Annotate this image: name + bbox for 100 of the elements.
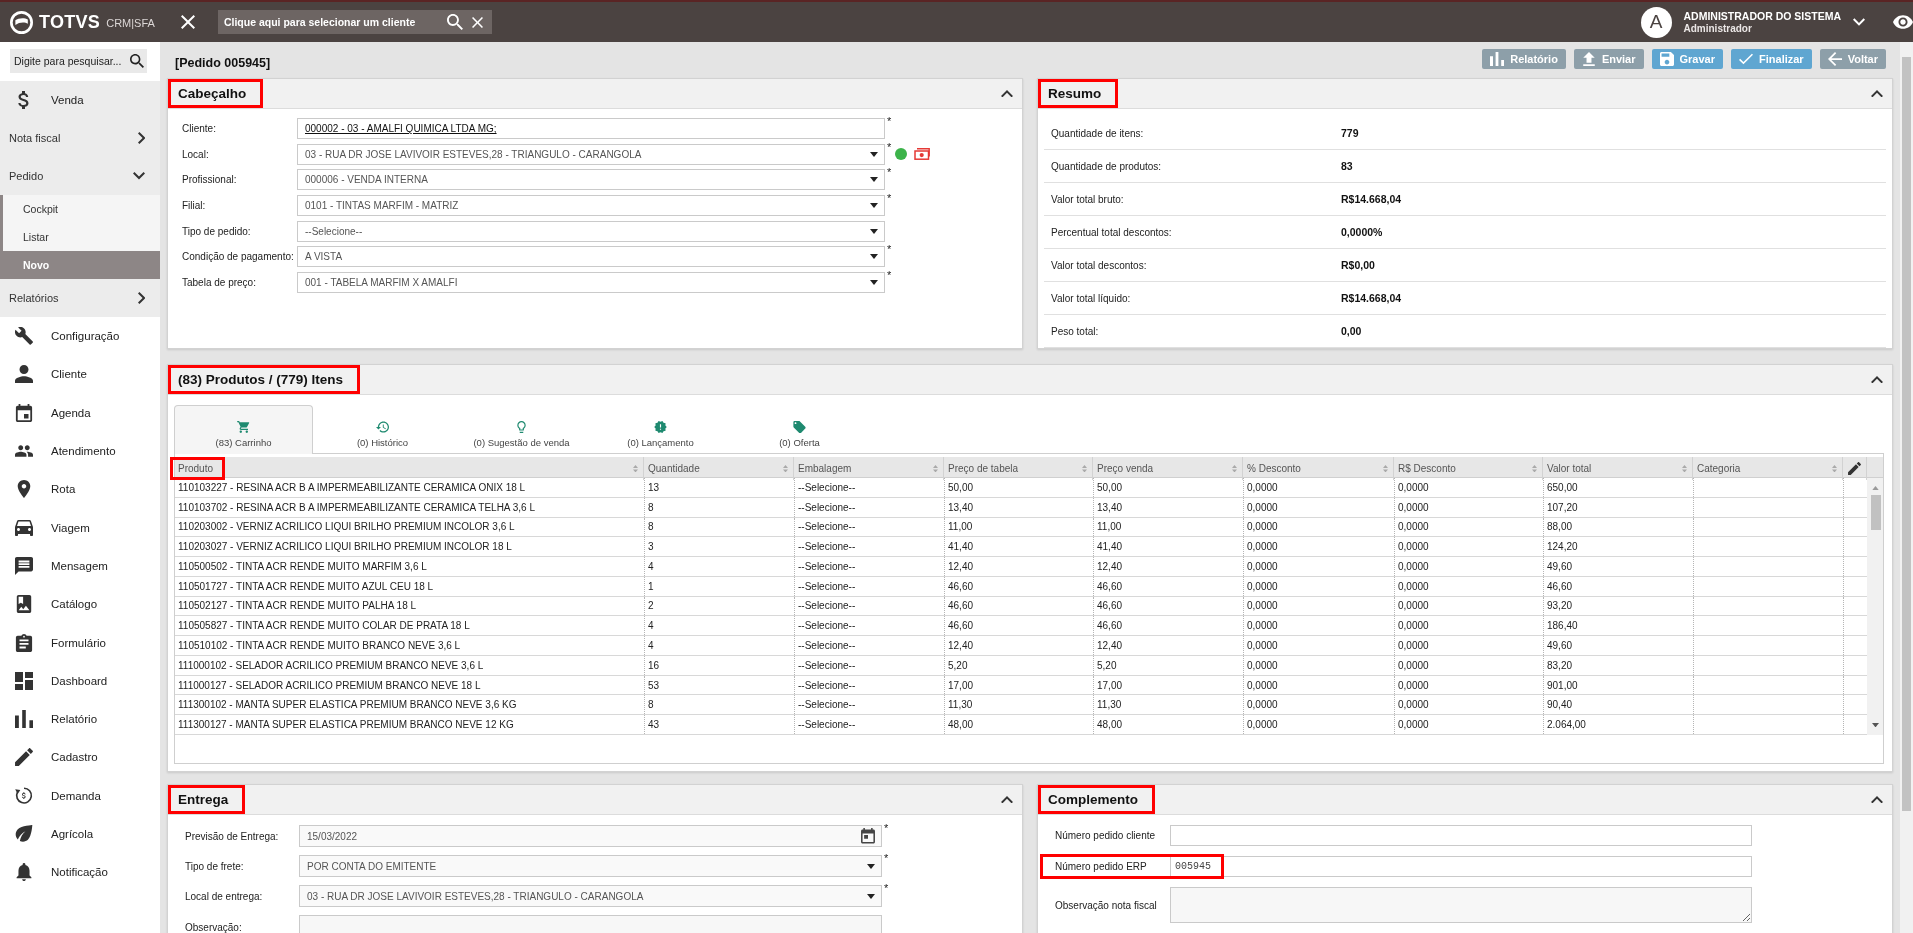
select-field[interactable]: 03 - RUA DR JOSE LAVIVOIR ESTEVES,28 - TRIANGULO - CARANGOLA (297, 143, 885, 165)
panel-title: Resumo (1038, 79, 1119, 108)
sidebar-search-field[interactable]: Digite para pesquisar... (10, 49, 147, 73)
close-icon[interactable] (180, 15, 195, 29)
select-field[interactable]: 000006 - VENDA INTERNA (297, 169, 885, 191)
input-field[interactable] (1170, 825, 1752, 846)
banknote-icon[interactable] (914, 148, 931, 161)
column-header[interactable]: Preço de tabela (944, 457, 1026, 480)
table-cell: --Selecione-- (794, 675, 944, 695)
scroll-up-icon[interactable] (1871, 486, 1879, 491)
search-icon[interactable] (130, 54, 144, 68)
column-header[interactable]: Preço venda (1093, 457, 1161, 480)
date-field[interactable]: 15/03/2022 (299, 825, 882, 847)
user-avatar[interactable]: A (1640, 6, 1672, 38)
caret-down-icon (870, 280, 878, 286)
search-icon[interactable] (446, 14, 463, 30)
clear-icon[interactable] (471, 16, 483, 28)
table-cell: 0,0000 (1243, 636, 1394, 655)
sidebar-item[interactable]: Rota (0, 470, 160, 509)
sidebar-subitem[interactable]: Listar (0, 223, 160, 251)
page-scrollbar[interactable] (1900, 42, 1913, 933)
select-field[interactable]: 03 - RUA DR JOSE LAVIVOIR ESTEVES,28 - TRIANGULO - CARANGOLA (299, 885, 882, 907)
tab[interactable]: (83) Carrinho (174, 405, 313, 454)
sidebar-item[interactable]: Configuração (0, 317, 160, 356)
input-field[interactable]: 005945 (1170, 856, 1752, 877)
column-header[interactable]: Produto (170, 457, 226, 480)
summary-label: Quantidade de itens: (1050, 127, 1145, 139)
table-cell: --Selecione-- (794, 715, 944, 734)
sidebar-item[interactable]: Venda (0, 81, 160, 119)
chevron-up-icon[interactable] (1001, 795, 1013, 804)
table-cell: 46,60 (1093, 616, 1243, 636)
table-cell: 5,20 (1093, 655, 1243, 675)
sidebar-group[interactable]: Relatórios (0, 279, 160, 317)
calendar-icon[interactable] (861, 828, 875, 844)
eye-icon[interactable] (1893, 15, 1913, 29)
scroll-down-icon[interactable] (1871, 722, 1879, 727)
summary-label: Percentual total descontos: (1050, 226, 1173, 238)
column-header[interactable]: Embalagem (794, 457, 859, 480)
chevron-down-icon[interactable] (1853, 18, 1865, 26)
select-field[interactable]: --Selecione-- (297, 220, 885, 242)
table-cell: --Selecione-- (794, 636, 944, 655)
table-scrollbar[interactable] (1867, 478, 1883, 735)
client-search-field[interactable]: Clique aqui para selecionar um cliente (217, 10, 492, 34)
table-cell-text: 110502127 - TINTA ACR RENDE MUITO PALHA 18 L (177, 599, 418, 614)
sidebar-item[interactable]: Dashboard (0, 661, 160, 700)
select-field[interactable]: A VISTA (297, 246, 885, 268)
table-cell: 124,20 (1543, 537, 1693, 557)
wrench-icon (15, 327, 33, 346)
tab[interactable]: (0) Histórico (313, 405, 452, 454)
column-header[interactable]: R$ Desconto (1394, 457, 1463, 480)
sidebar-group[interactable]: Pedido (0, 157, 160, 195)
select-field[interactable]: POR CONTA DO EMITENTE (299, 855, 882, 877)
chevron-up-icon[interactable] (1871, 89, 1883, 98)
table-cell-text: 110505827 - TINTA ACR RENDE MUITO COLAR DE PRATA 18 L (177, 619, 471, 634)
tab[interactable]: (0) Lançamento (591, 405, 730, 454)
dashboard-icon (15, 671, 33, 690)
sidebar-group[interactable]: Nota fiscal (0, 119, 160, 157)
column-header[interactable]: Categoria (1693, 457, 1748, 480)
tab[interactable]: (0) Oferta (730, 405, 869, 454)
logo-icon (10, 10, 33, 34)
lightbulb-icon (515, 421, 528, 433)
table-cell: 13 (644, 478, 794, 497)
sidebar-item[interactable]: Viagem (0, 508, 160, 547)
sidebar-item[interactable]: Relatório (0, 699, 160, 739)
caret-down-icon (870, 151, 878, 157)
field-label: Filial: (182, 200, 207, 212)
tab[interactable]: (0) Sugestão de venda (452, 405, 591, 454)
edit-icon[interactable] (1848, 462, 1861, 475)
table-cell: 41,40 (944, 537, 1093, 557)
table-cell: 0,0000 (1394, 695, 1543, 715)
caret-down-icon (870, 254, 878, 260)
sidebar-item[interactable]: Demanda (0, 776, 160, 815)
summary-value: R$14.668,04 (1341, 193, 1402, 205)
select-field[interactable]: 001 - TABELA MARFIM X AMALFI (297, 272, 885, 294)
column-header[interactable]: % Desconto (1243, 457, 1308, 480)
sidebar-item[interactable]: Cliente (0, 355, 160, 394)
sidebar-item[interactable]: Formulário (0, 623, 160, 662)
column-header[interactable]: Quantidade (644, 457, 707, 480)
sidebar-subitem[interactable]: Cockpit (0, 195, 160, 223)
table-cell: 46,60 (1543, 576, 1693, 596)
sidebar-item[interactable]: Cadastro (0, 738, 160, 777)
chevron-up-icon[interactable] (1871, 795, 1883, 804)
table-cell: 43 (644, 715, 794, 734)
client-link[interactable]: 000002 - 03 - AMALFI QUIMICA LTDA MG; (305, 123, 497, 134)
textarea-field[interactable] (1170, 887, 1752, 923)
sidebar-item[interactable]: Mensagem (0, 546, 160, 586)
sidebar-item[interactable]: Agenda (0, 393, 160, 432)
table-cell: 0,0000 (1394, 576, 1543, 596)
table-cell: 2.064,00 (1543, 715, 1693, 734)
sidebar-subitem[interactable]: Novo (0, 251, 160, 279)
chevron-up-icon[interactable] (1871, 375, 1883, 384)
sidebar-item[interactable]: Catálogo (0, 585, 160, 624)
sidebar-item[interactable]: Agrícola (0, 814, 160, 854)
field-label: Observação nota fiscal (1055, 899, 1158, 911)
column-header[interactable]: Valor total (1543, 457, 1599, 480)
chevron-up-icon[interactable] (1001, 89, 1013, 98)
select-field[interactable]: 0101 - TINTAS MARFIM - MATRIZ (297, 195, 885, 217)
sidebar-item[interactable]: Atendimento (0, 431, 160, 471)
summary-value: 83 (1341, 160, 1353, 172)
sidebar-item[interactable]: Notificação (0, 853, 160, 892)
